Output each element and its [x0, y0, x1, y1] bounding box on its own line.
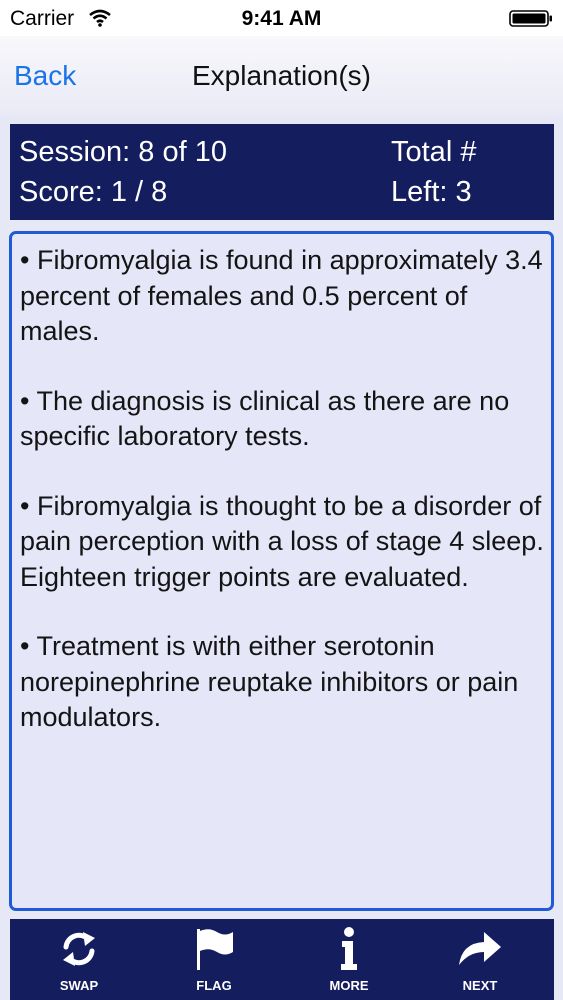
swap-icon: [63, 932, 95, 966]
battery-icon: [509, 10, 552, 27]
flag-label: FLAG: [196, 978, 232, 993]
flag-icon: [197, 929, 233, 970]
more-label: MORE: [329, 978, 369, 993]
explanation-paragraph: • The diagnosis is clinical as there are…: [20, 385, 510, 452]
navigation-bar: Back Explanation(s): [0, 36, 563, 116]
status-time: 9:41 AM: [241, 7, 322, 30]
next-arrow-icon: [459, 932, 501, 965]
explanation-paragraph: • Fibromyalgia is thought to be a disord…: [20, 490, 544, 592]
score-value: Score: 1 / 8: [19, 176, 168, 208]
next-label: NEXT: [462, 978, 498, 993]
explanation-paragraph: • Treatment is with either serotonin nor…: [20, 631, 519, 732]
more-button[interactable]: MORE: [294, 919, 404, 1000]
next-button[interactable]: NEXT: [425, 919, 535, 1000]
explanation-text-box[interactable]: • Fibromyalgia is found in approximately…: [9, 231, 554, 911]
status-bar: Carrier 9:41 AM: [0, 0, 563, 36]
flag-button[interactable]: FLAG: [159, 919, 269, 1000]
swap-label: SWAP: [59, 978, 99, 993]
questions-left: Left: 3: [391, 176, 472, 208]
bottom-toolbar: SWAP FLAG MORE NEXT: [10, 919, 554, 1000]
explanation-paragraph: • Fibromyalgia is found in approximately…: [20, 245, 543, 346]
session-progress: Session: 8 of 10: [19, 136, 227, 168]
page-title: Explanation(s): [192, 60, 371, 91]
session-info-panel: Session: 8 of 10 Score: 1 / 8 Total # Le…: [10, 124, 554, 220]
total-label: Total #: [391, 136, 477, 168]
swap-button[interactable]: SWAP: [24, 919, 134, 1000]
info-icon: [341, 927, 357, 970]
